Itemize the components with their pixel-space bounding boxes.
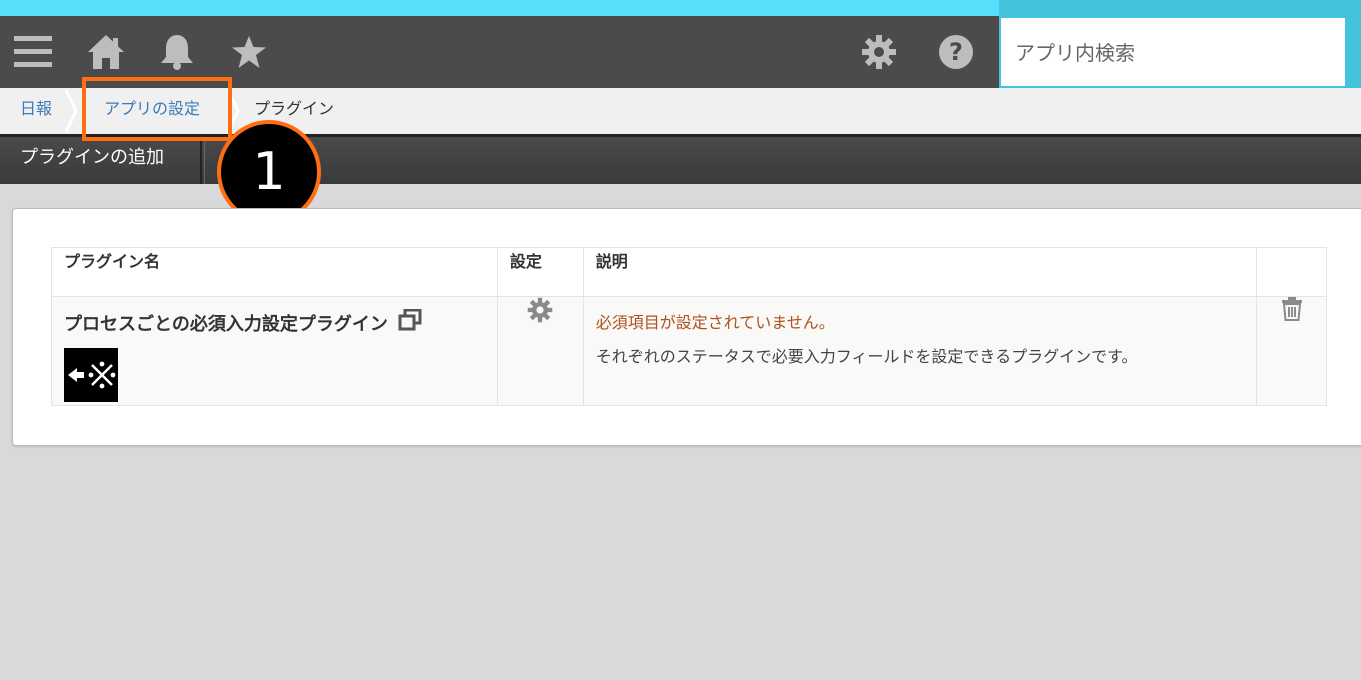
add-plugin-button[interactable]: プラグインの追加 (0, 137, 202, 184)
plugin-description-text: それぞれのステータスで必要入力フィールドを設定できるプラグインです。 (595, 347, 1138, 366)
plugin-settings-gear-icon[interactable] (527, 297, 553, 327)
plugin-name-line: プロセスごとの必須入力設定プラグイン (52, 297, 497, 336)
column-header-name: プラグイン名 (51, 247, 498, 297)
svg-text:?: ? (949, 38, 963, 66)
column-header-delete (1256, 247, 1327, 297)
highlight-box (82, 77, 232, 141)
breadcrumb-separator (64, 89, 78, 133)
plugin-toolbar: プラグインの追加 (0, 137, 1361, 184)
plugin-list-panel: プラグイン名 設定 説明 プロセスごとの必須入力設定プラグイン 必須項目が設定さ… (12, 208, 1361, 446)
plugin-name-cell: プロセスごとの必須入力設定プラグイン (51, 296, 498, 406)
plugin-settings-cell (496, 296, 584, 406)
plugin-table: プラグイン名 設定 説明 プロセスごとの必須入力設定プラグイン 必須項目が設定さ… (51, 247, 1327, 406)
open-window-icon[interactable] (398, 308, 422, 336)
search-box (1001, 18, 1345, 88)
plugin-description-cell: 必須項目が設定されていません。 それぞれのステータスで必要入力フィールドを設定で… (582, 296, 1258, 406)
breadcrumb-app[interactable]: 日報 (20, 88, 52, 134)
top-accent-bar (0, 0, 1361, 16)
column-header-description: 説明 (582, 247, 1258, 297)
plugin-delete-cell (1256, 296, 1327, 406)
gear-icon[interactable] (860, 16, 898, 88)
search-container (999, 16, 1361, 88)
step-number: 1 (221, 124, 317, 220)
star-icon[interactable] (230, 16, 268, 88)
plugin-warning-text: 必須項目が設定されていません。 (595, 313, 835, 332)
trash-icon[interactable] (1281, 297, 1303, 325)
plugin-name: プロセスごとの必須入力設定プラグイン (64, 313, 388, 335)
app-search-input[interactable] (1013, 18, 1337, 88)
toolbar-divider (204, 137, 205, 184)
plugin-logo (64, 348, 118, 402)
table-header-row: プラグイン名 設定 説明 (51, 247, 1327, 297)
table-row: プロセスごとの必須入力設定プラグイン 必須項目が設定されていません。 それぞれの… (51, 296, 1327, 406)
column-header-settings: 設定 (496, 247, 584, 297)
menu-icon[interactable] (12, 16, 54, 88)
help-icon[interactable]: ? (937, 16, 975, 88)
